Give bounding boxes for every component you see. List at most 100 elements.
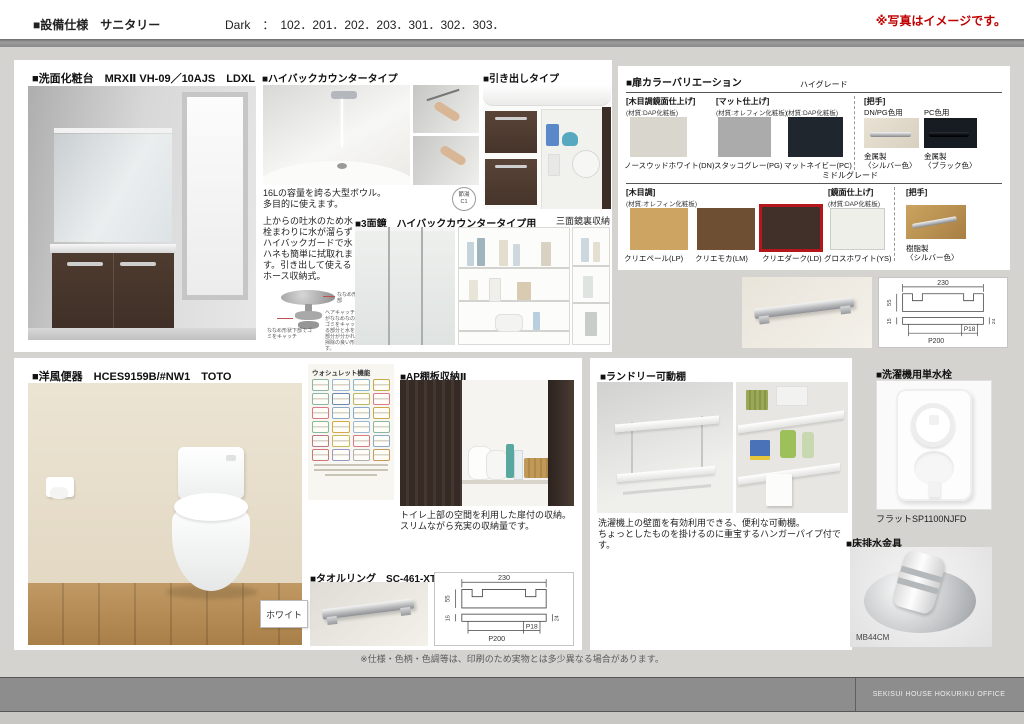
bottom-bar: SEKISUI HOUSE HOKURIKU OFFICE xyxy=(0,677,1024,712)
black-handle-photo xyxy=(924,118,977,148)
paper-roll-shape xyxy=(486,450,508,480)
towel-ring-photo xyxy=(310,582,428,646)
faucet-spout-shape xyxy=(331,91,357,99)
cabinet-split xyxy=(113,253,114,331)
bottle-shape xyxy=(548,154,560,176)
svg-text:15: 15 xyxy=(887,318,893,324)
detergent-box-shape xyxy=(750,440,770,460)
three-panel-mirror-photo xyxy=(355,227,455,345)
laundry-caption-line1: 洗濯機上の壁面を有効利用できる、便利な可動棚。 xyxy=(598,518,852,529)
ap-shelf-photo xyxy=(400,380,574,506)
washlet-footnote-line xyxy=(314,464,388,466)
material-label: (材質:DAP化粧板) xyxy=(786,107,838,117)
faucet-spout-shape xyxy=(928,481,940,497)
svg-text:55: 55 xyxy=(887,299,893,306)
washlet-feature-panel: ウォシュレット機能 xyxy=(308,364,394,500)
washlet-feature-chip xyxy=(373,393,390,405)
silver-handle-photo xyxy=(864,118,919,148)
hose-shape xyxy=(427,88,460,100)
swatch-stucco-gray xyxy=(718,117,771,157)
swatch-name: グロスホワイト(YS) xyxy=(824,253,892,264)
hose-pullout-photo xyxy=(413,85,479,133)
cabinet-handle-shape xyxy=(120,262,156,266)
swatch-matte-navy xyxy=(788,117,843,157)
drain-dot-shape xyxy=(337,163,347,169)
basket-shape xyxy=(746,390,768,410)
svg-text:24: 24 xyxy=(991,318,997,324)
light-bar-shape xyxy=(54,128,172,133)
towel-bar-photo xyxy=(742,277,872,348)
bottle-shape xyxy=(477,238,485,266)
ap-caption-line1: トイレ上部の空間を利用した扉付の収納。 xyxy=(400,510,571,521)
washlet-feature-chip xyxy=(332,379,349,391)
laundry-title: ■ランドリー可動棚 xyxy=(600,368,686,383)
washlet-feature-chip xyxy=(373,449,390,461)
drawer-type-photo xyxy=(483,85,611,209)
handle-use-label: DN/PG色用 xyxy=(864,107,903,118)
laundry-faucet-photo xyxy=(876,380,992,510)
counter-shape xyxy=(483,85,611,106)
washlet-feature-chip xyxy=(312,421,329,433)
washlet-feature-chip xyxy=(373,435,390,447)
towel-bar-shape xyxy=(754,297,854,319)
bottle-shape xyxy=(514,450,523,480)
bottle-shape xyxy=(583,276,593,298)
bottle-shape xyxy=(513,244,520,266)
closed-door-shape xyxy=(400,380,462,506)
washlet-feature-chip xyxy=(353,393,370,405)
washlet-feature-chip xyxy=(312,393,329,405)
photo-disclaimer: ※写真はイメージです。 xyxy=(876,12,1006,29)
resin-handle-photo xyxy=(906,205,966,239)
header-divider-band xyxy=(0,39,1024,47)
jar-shape xyxy=(517,282,531,300)
washlet-feature-chip xyxy=(353,449,370,461)
mirror-storage-side-photo xyxy=(572,227,610,345)
material-label: (材質:オレフィン化粧板) xyxy=(716,107,787,117)
washlet-feature-chip xyxy=(332,449,349,461)
counter-shape xyxy=(50,244,176,253)
bowl-caption-line1: 16Lの容量を誇る大型ボウル。 xyxy=(263,188,386,199)
washlet-chip-grid xyxy=(308,379,394,461)
swatch-name: クリエペール(LP) xyxy=(624,253,683,264)
washlet-feature-chip xyxy=(353,435,370,447)
bottle-shape xyxy=(562,132,578,146)
mirror-divider xyxy=(388,227,390,345)
drain-stopper-diagram: ななめ形状上部 ヘアキャッチャーがななめなので、ゴミをキャッチする部分と水を通す… xyxy=(267,288,367,340)
svg-text:P200: P200 xyxy=(928,338,944,345)
laundry-caption: 洗濯機上の壁面を有効利用できる、便利な可動棚。 ちょっとしたものを掛けるのに重宝… xyxy=(598,518,852,551)
bottle-shape xyxy=(802,432,814,458)
under-sink-storage-shape xyxy=(541,109,603,209)
can-shape xyxy=(585,312,597,336)
mirror-divider xyxy=(421,227,423,345)
washlet-feature-chip xyxy=(312,407,329,419)
ap-shelf-caption: トイレ上部の空間を利用した扉付の収納。 スリムながら充実の収納量です。 xyxy=(400,510,571,532)
washlet-feature-chip xyxy=(312,379,329,391)
stopper-stem-shape xyxy=(305,304,312,311)
handle-head: [把手] xyxy=(864,96,885,107)
grade-underline xyxy=(626,183,1002,184)
toilet-title: ■洋風便器 HCES9159B/#NW1 TOTO xyxy=(32,368,231,384)
bottle-shape xyxy=(593,242,600,262)
towel-shape xyxy=(766,474,792,506)
svg-text:230: 230 xyxy=(937,280,949,287)
paper-holder-shape xyxy=(46,477,74,497)
open-drawer-shape xyxy=(485,111,537,153)
tank-button-shape xyxy=(226,455,236,461)
footer-disclaimer: ※仕様・色柄・色調等は、印刷のため実物とは多少異なる場合があります。 xyxy=(0,652,1024,665)
dimension-drawing: 230 55 15 P200 P18 24 xyxy=(435,573,573,645)
dashed-divider xyxy=(894,187,895,261)
dryer-shape xyxy=(495,314,523,332)
washlet-feature-chip xyxy=(312,449,329,461)
handle-bar-shape xyxy=(912,216,957,229)
floor-shape xyxy=(28,328,256,340)
svg-text:P18: P18 xyxy=(526,624,538,631)
handle-bar-shape xyxy=(929,132,969,137)
bottle-shape xyxy=(469,280,478,300)
high-grade-label: ハイグレード xyxy=(800,79,848,90)
swatch-name: クリエダーク(LD) xyxy=(762,253,822,264)
stopper-top-shape xyxy=(281,290,335,305)
washlet-footnote-line xyxy=(314,469,388,471)
bottle-shape xyxy=(499,240,508,266)
bowl-caption: 16Lの容量を誇る大型ボウル。 多目的に使えます。 xyxy=(263,188,386,210)
pointer-line xyxy=(323,296,335,297)
